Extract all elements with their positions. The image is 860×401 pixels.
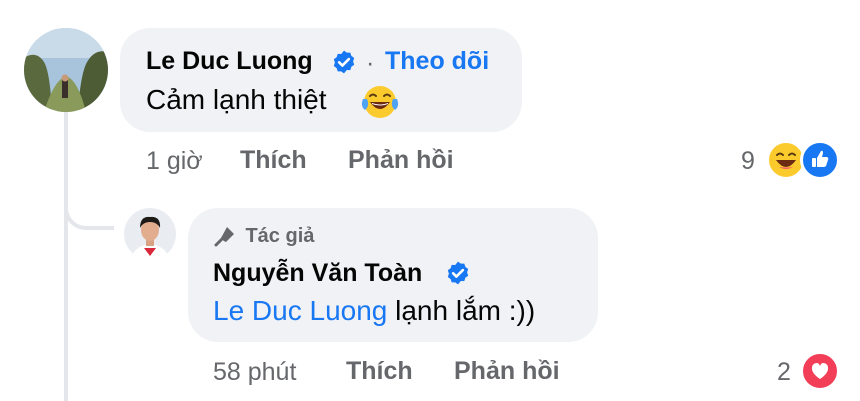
follow-button[interactable]: Theo dõi <box>385 47 489 76</box>
love-icon <box>800 351 840 391</box>
verified-badge-icon <box>333 50 355 74</box>
reply-reaction-count[interactable]: 2 <box>777 358 791 387</box>
reply-text: Le Duc Luong lạnh lắm :)) <box>213 295 535 327</box>
reply-timestamp[interactable]: 58 phút <box>213 358 296 387</box>
mention-link[interactable]: Le Duc Luong <box>213 295 387 326</box>
verified-badge-icon <box>447 261 469 285</box>
avatar[interactable] <box>24 28 108 112</box>
thread-line <box>64 112 68 401</box>
comment-author-name[interactable]: Le Duc Luong <box>146 47 313 76</box>
thread-branch <box>64 190 114 230</box>
reply-text-content: lạnh lắm :)) <box>387 295 536 326</box>
reply-author-name[interactable]: Nguyễn Văn Toàn <box>213 259 422 288</box>
comment-text-content: Cảm lạnh thiệt <box>146 84 327 115</box>
author-badge: Tác giả <box>213 224 314 248</box>
separator-dot: · <box>366 49 375 77</box>
reply-reply-button[interactable]: Phản hồi <box>454 357 560 386</box>
comment-bubble <box>120 28 522 132</box>
laughing-tears-emoji-icon <box>361 86 399 118</box>
comment-text: Cảm lạnh thiệt <box>146 84 327 116</box>
comment-like-button[interactable]: Thích <box>240 146 307 175</box>
microphone-icon <box>214 227 234 247</box>
reply-like-button[interactable]: Thích <box>346 357 413 386</box>
reply-avatar[interactable] <box>124 208 176 260</box>
comment-reaction-count[interactable]: 9 <box>741 147 755 176</box>
author-badge-label: Tác giả <box>245 224 315 247</box>
like-icon <box>800 140 840 180</box>
comment-reply-button[interactable]: Phản hồi <box>348 146 454 175</box>
comment-timestamp[interactable]: 1 giờ <box>146 147 203 176</box>
